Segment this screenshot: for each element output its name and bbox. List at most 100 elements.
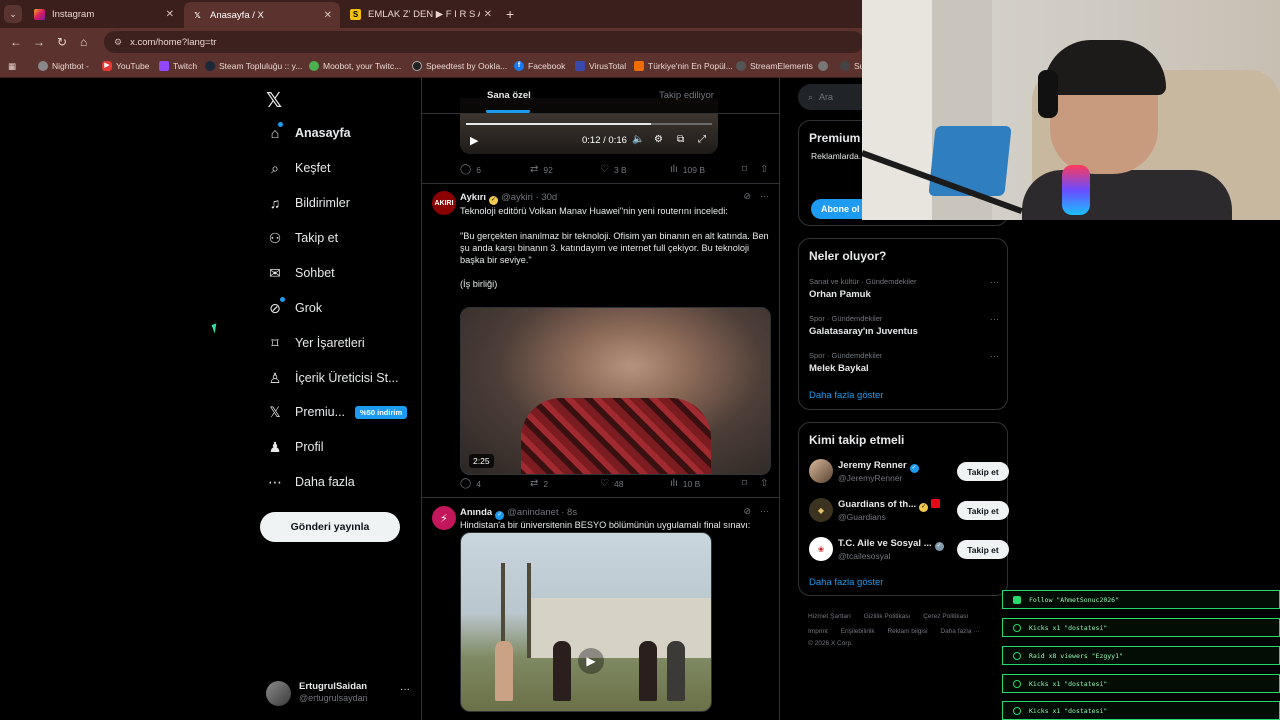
footer-link[interactable]: Imprint [808,628,828,635]
apps-grid-icon[interactable]: ▦ [8,61,16,72]
tab-search-dropdown-icon[interactable]: ⌄ [4,5,22,23]
account-switcher[interactable]: ErtugrulSaidan @ertugrulsaydan ··· [266,678,416,708]
close-icon[interactable]: ✕ [166,9,174,20]
play-icon[interactable]: ▶ [470,134,478,147]
author-name[interactable]: Aykırı [460,192,486,203]
trend-item[interactable]: Spor · Gündemdekiler Melek Baykal ··· [809,351,999,374]
trend-item[interactable]: Spor · Gündemdekiler Galatasaray'ın Juve… [809,314,999,337]
virustotal-icon [575,61,585,71]
share-button[interactable]: ⇧ [760,478,773,489]
post-button[interactable]: Gönderi yayınla [260,512,400,542]
pip-icon[interactable]: ⧉ [677,134,684,145]
nav-bookmarks[interactable]: ⌑ Yer İşaretleri [266,331,364,355]
post-divider [422,497,779,498]
more-dots-icon[interactable]: ··· [990,314,999,324]
tab-emlak[interactable]: S EMLAK Z' DEN ▶ F I R S A T I ✕ [342,2,500,26]
nav-notifications[interactable]: ♫ Bildirimler [266,191,350,215]
close-icon[interactable]: ✕ [324,10,332,21]
bookmark-streamelements[interactable]: StreamElements [736,61,813,71]
footer-link[interactable]: Hizmet Şartları [808,613,851,620]
site-info-icon[interactable]: ⚙ [114,37,122,48]
bookmark-youtube[interactable]: ▶ YouTube [102,61,149,71]
footer-link[interactable]: Çerez Politikası [923,613,968,620]
follow-button[interactable]: Takip et [957,462,1009,481]
bookmark-button[interactable]: ⌑ [742,164,752,175]
bookmark-su[interactable]: Su [840,61,864,71]
nav-grok[interactable]: ⊘ Grok [266,296,322,320]
fullscreen-icon[interactable]: ⤢ [698,134,706,145]
bookmark-speedtest[interactable]: Speedtest by Ookla... [412,61,507,71]
grok-icon[interactable]: ⊘ [743,191,751,202]
author-handle[interactable]: @aykiri [501,192,533,203]
reply-button[interactable]: ◯ 6 [460,164,481,175]
forward-arrow-icon[interactable]: → [33,35,45,49]
nav-creator-studio[interactable]: ♙ İçerik Üreticisi St... [266,366,399,390]
nav-premium[interactable]: 𝕏 Premiu... %50 indirim [266,400,408,424]
more-dots-icon[interactable]: ··· [760,191,769,201]
settings-gear-icon[interactable]: ⚙ [654,134,663,145]
bookmark-button[interactable]: ⌑ [742,478,752,489]
more-dots-icon[interactable]: ··· [990,351,999,361]
views-button[interactable]: ılı 109 B [670,164,705,175]
bookmark-moobot[interactable]: Moobot, your Twitc... [309,61,401,71]
repost-button[interactable]: ⇄ 92 [530,164,553,175]
more-dots-icon[interactable]: ··· [760,506,769,516]
post-aykiri[interactable]: AKIRI Aykırı ✓ @aykiri · 30d ⊘ ··· Teknolo… [422,191,779,491]
show-more-link[interactable]: Daha fazla göster [809,577,883,588]
reply-button[interactable]: ◯ 4 [460,478,481,489]
bookmark-nightbot[interactable]: Nightbot - [38,61,89,71]
like-button[interactable]: ♡ 48 [600,478,623,489]
bookmark-globe[interactable] [818,61,832,71]
post-divider [422,183,779,184]
follow-button[interactable]: Takip et [957,501,1009,520]
bookmark-facebook[interactable]: f Facebook [514,61,565,71]
nav-follow[interactable]: ⚇ Takip et [266,226,338,250]
follow-button[interactable]: Takip et [957,540,1009,559]
x-logo-icon[interactable]: 𝕏 [266,88,282,113]
tab-instagram[interactable]: Instagram ✕ [26,2,182,26]
nav-chat[interactable]: ✉ Sohbet [266,261,335,285]
footer-link[interactable]: Erişilebilirlik [841,628,875,635]
address-bar[interactable]: ⚙ x.com/home?lang=tr [104,31,864,53]
bookmark-turkiye[interactable]: Türkiye'nin En Popül... [634,61,733,71]
author-handle[interactable]: @anindanet [507,507,558,518]
volume-icon[interactable]: 🔈 [632,134,644,145]
bookmark-virustotal[interactable]: VirusTotal [575,61,626,71]
grok-icon[interactable]: ⊘ [743,506,751,517]
tab-x-home[interactable]: 𝕏 Anasayfa / X ✕ [184,2,340,28]
video-thumbnail[interactable]: 2:25 [460,307,771,475]
follow-suggestion[interactable]: Jeremy Renner ✓ @JeremyRenner Takip et [809,459,1009,487]
views-button[interactable]: ılı 10 B [670,478,700,489]
nav-more[interactable]: ⋯ Daha fazla [266,470,355,494]
lightning-avatar-icon[interactable]: ⚡ [432,506,456,530]
footer-link[interactable]: Reklam bilgisi [887,628,927,635]
follow-suggestion[interactable]: ❀ T.C. Aile ve Sosyal ... ✓ @tcailesosyal… [809,537,1009,565]
author-name[interactable]: Anında [460,507,492,518]
like-button[interactable]: ♡ 3 B [600,164,627,175]
repost-button[interactable]: ⇄ 2 [530,478,548,489]
video-thumbnail[interactable]: ▶ [460,532,712,712]
back-arrow-icon[interactable]: ← [10,35,22,49]
more-dots-icon[interactable]: ··· [990,277,999,287]
reload-icon[interactable]: ↻ [57,35,67,49]
close-icon[interactable]: ✕ [484,9,492,20]
video-progress-bar[interactable] [466,123,712,125]
play-icon[interactable]: ▶ [578,648,604,674]
bookmark-steam[interactable]: Steam Topluluğu :: y... [205,61,302,71]
avatar[interactable]: AKIRI [432,191,456,215]
post-aninda[interactable]: ⚡ Anında ✓ @anindanet · 8s ⊘ ··· Hindistan… [422,506,779,720]
more-dots-icon[interactable]: ··· [400,684,410,695]
nav-explore[interactable]: ⌕ Keşfet [266,156,330,180]
bookmark-twitch[interactable]: Twitch [159,61,197,71]
home-icon[interactable]: ⌂ [80,35,87,49]
trend-item[interactable]: Sanat ve kültür · Gündemdekiler Orhan Pa… [809,277,999,300]
nav-profile[interactable]: ♟ Profil [266,435,324,459]
share-button[interactable]: ⇧ [760,164,773,175]
tab-following[interactable]: Takip ediliyor [659,90,714,101]
footer-link[interactable]: Daha fazla ··· [940,628,979,635]
show-more-link[interactable]: Daha fazla göster [809,390,883,401]
new-tab-plus-icon[interactable]: + [506,6,514,22]
tab-for-you[interactable]: Sana özel [487,90,531,101]
follow-suggestion[interactable]: ◆ Guardians of th... ✓ @Guardians Takip e… [809,498,1009,526]
footer-link[interactable]: Gizlilik Politikası [864,613,911,620]
